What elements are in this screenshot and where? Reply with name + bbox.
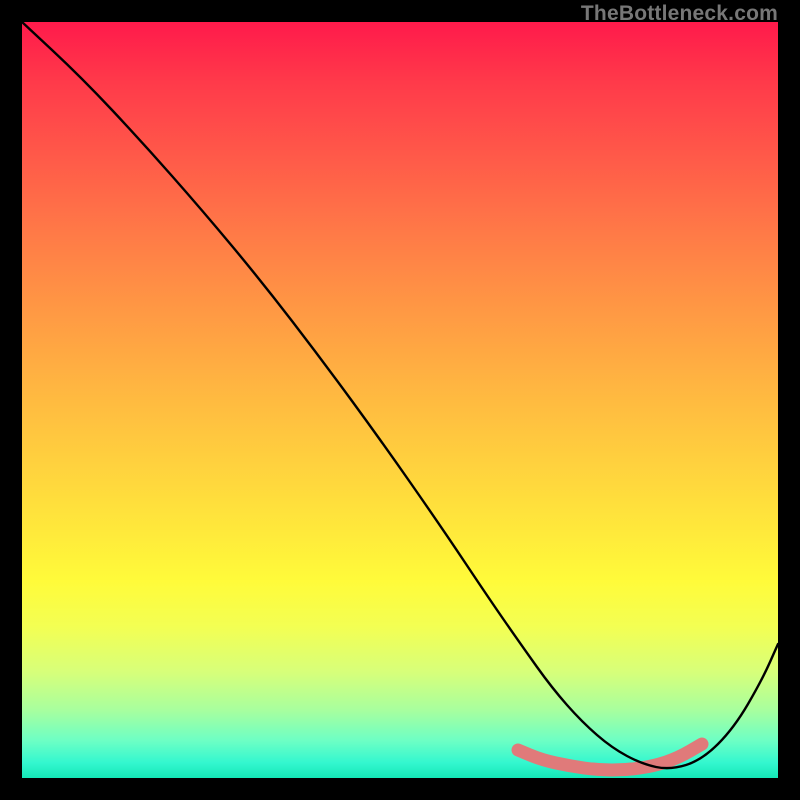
highlight-band-path	[518, 744, 702, 770]
bottleneck-curve-path	[22, 22, 778, 768]
chart-svg	[22, 22, 778, 778]
chart-frame	[22, 22, 778, 778]
